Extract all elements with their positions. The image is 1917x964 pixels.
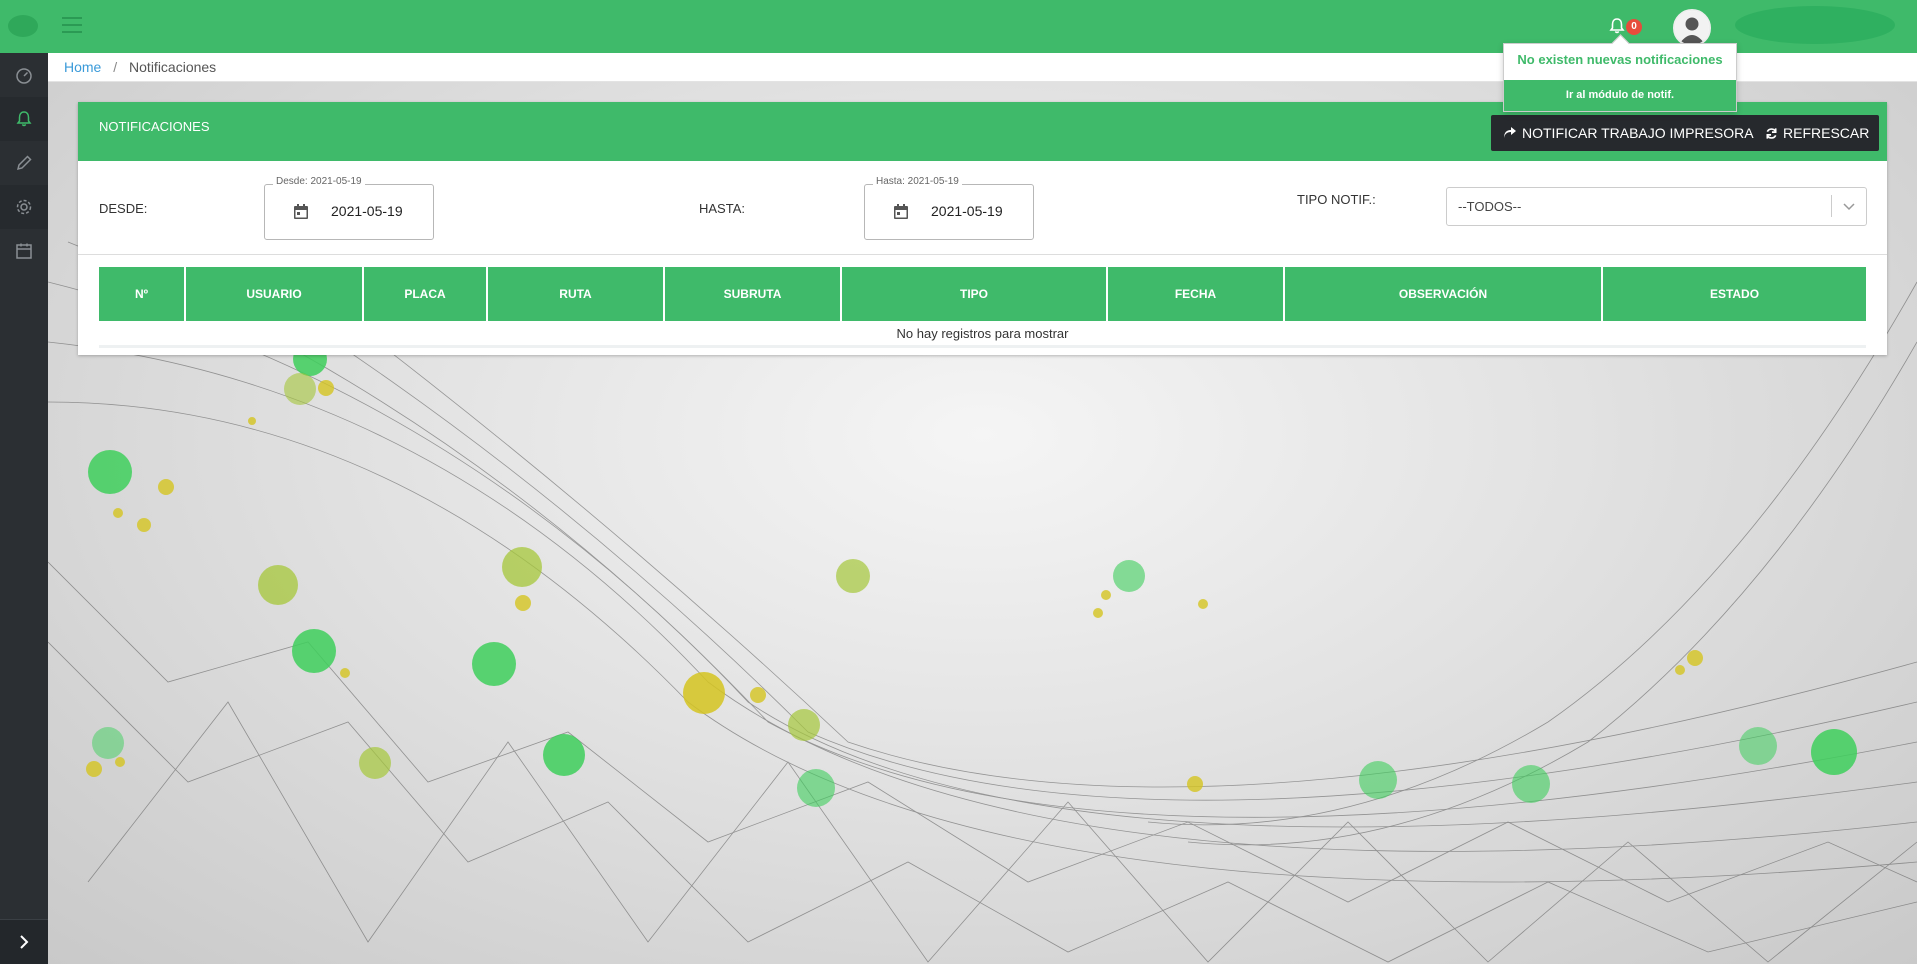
breadcrumb-current: Notificaciones bbox=[129, 59, 217, 75]
refresh-label: REFRESCAR bbox=[1783, 125, 1870, 141]
tipo-notif-label: TIPO NOTIF.: bbox=[1297, 192, 1376, 207]
desde-date-value: 2021-05-19 bbox=[331, 203, 403, 219]
breadcrumb-home-link[interactable]: Home bbox=[64, 59, 101, 75]
column-header-numero[interactable]: Nº bbox=[99, 267, 186, 321]
hasta-date-legend: Hasta: 2021-05-19 bbox=[873, 176, 962, 187]
column-header-observacion[interactable]: OBSERVACIÓN bbox=[1284, 267, 1603, 321]
calendar-icon bbox=[294, 204, 308, 219]
notify-print-job-button[interactable]: NOTIFICAR TRABAJO IMPRESORA bbox=[1491, 115, 1766, 151]
user-avatar[interactable] bbox=[1673, 9, 1711, 47]
column-header-subruta[interactable]: SUBRUTA bbox=[664, 267, 842, 321]
refresh-button[interactable]: REFRESCAR bbox=[1755, 115, 1880, 151]
app-logo[interactable] bbox=[8, 15, 38, 37]
select-divider bbox=[1831, 195, 1832, 217]
hasta-label: HASTA: bbox=[699, 201, 745, 216]
card-title: NOTIFICACIONES bbox=[99, 119, 210, 134]
hasta-date-picker[interactable]: Hasta: 2021-05-19 2021-05-19 bbox=[864, 176, 1034, 240]
sidebar-item-settings[interactable] bbox=[0, 185, 48, 229]
column-header-tipo[interactable]: TIPO bbox=[841, 267, 1108, 321]
refresh-icon bbox=[1766, 127, 1777, 139]
column-header-ruta[interactable]: RUTA bbox=[487, 267, 665, 321]
sidebar bbox=[0, 53, 48, 964]
gear-icon bbox=[16, 199, 32, 215]
notify-print-job-label: NOTIFICAR TRABAJO IMPRESORA bbox=[1522, 125, 1754, 141]
notifications-card: NOTIFICACIONES NOTIFICAR TRABAJO IMPRESO… bbox=[78, 102, 1887, 355]
pencil-icon bbox=[16, 155, 32, 171]
share-arrow-icon bbox=[1504, 127, 1516, 138]
table-empty-row: No hay registros para mostrar bbox=[99, 321, 1866, 345]
notifications-count-badge: 0 bbox=[1626, 19, 1642, 35]
tipo-notif-select[interactable]: --TODOS-- bbox=[1446, 187, 1867, 226]
tipo-notif-value: --TODOS-- bbox=[1458, 199, 1522, 214]
notifications-dropdown: No existen nuevas notificaciones Ir al m… bbox=[1503, 43, 1737, 112]
column-header-fecha[interactable]: FECHA bbox=[1107, 267, 1285, 321]
sidebar-item-dashboard[interactable] bbox=[0, 53, 48, 97]
go-to-notifications-module-link[interactable]: Ir al módulo de notif. bbox=[1504, 80, 1736, 111]
notifications-table: Nº USUARIO PLACA RUTA SUBRUTA TIPO FECHA… bbox=[99, 267, 1866, 348]
no-notifications-message: No existen nuevas notificaciones bbox=[1517, 52, 1723, 67]
table-header-row: Nº USUARIO PLACA RUTA SUBRUTA TIPO FECHA… bbox=[99, 267, 1866, 321]
calendar-icon bbox=[16, 243, 32, 259]
notifications-bell-icon[interactable] bbox=[1607, 16, 1627, 36]
column-header-placa[interactable]: PLACA bbox=[363, 267, 488, 321]
menu-toggle-icon[interactable] bbox=[62, 17, 82, 33]
speedometer-icon bbox=[16, 68, 32, 84]
sidebar-item-edit[interactable] bbox=[0, 141, 48, 185]
desde-date-picker[interactable]: Desde: 2021-05-19 2021-05-19 bbox=[264, 176, 434, 240]
column-header-usuario[interactable]: USUARIO bbox=[185, 267, 364, 321]
hasta-date-value: 2021-05-19 bbox=[931, 203, 1003, 219]
chevron-down-icon bbox=[1843, 203, 1855, 211]
sidebar-item-notifications[interactable] bbox=[0, 97, 48, 141]
sidebar-item-calendar[interactable] bbox=[0, 229, 48, 273]
calendar-icon bbox=[894, 204, 908, 219]
chevron-right-icon bbox=[20, 935, 29, 949]
desde-date-legend: Desde: 2021-05-19 bbox=[273, 176, 365, 187]
user-menu[interactable] bbox=[1735, 6, 1895, 44]
filters-row: DESDE: Desde: 2021-05-19 2021-05-19 HAST… bbox=[78, 161, 1887, 255]
desde-label: DESDE: bbox=[99, 201, 148, 216]
breadcrumb-separator: / bbox=[113, 59, 118, 75]
bell-icon bbox=[16, 111, 32, 127]
table-footer bbox=[99, 345, 1866, 348]
column-header-estado[interactable]: ESTADO bbox=[1602, 267, 1866, 321]
table-empty-message: No hay registros para mostrar bbox=[99, 321, 1866, 345]
sidebar-expand-button[interactable] bbox=[0, 919, 48, 964]
